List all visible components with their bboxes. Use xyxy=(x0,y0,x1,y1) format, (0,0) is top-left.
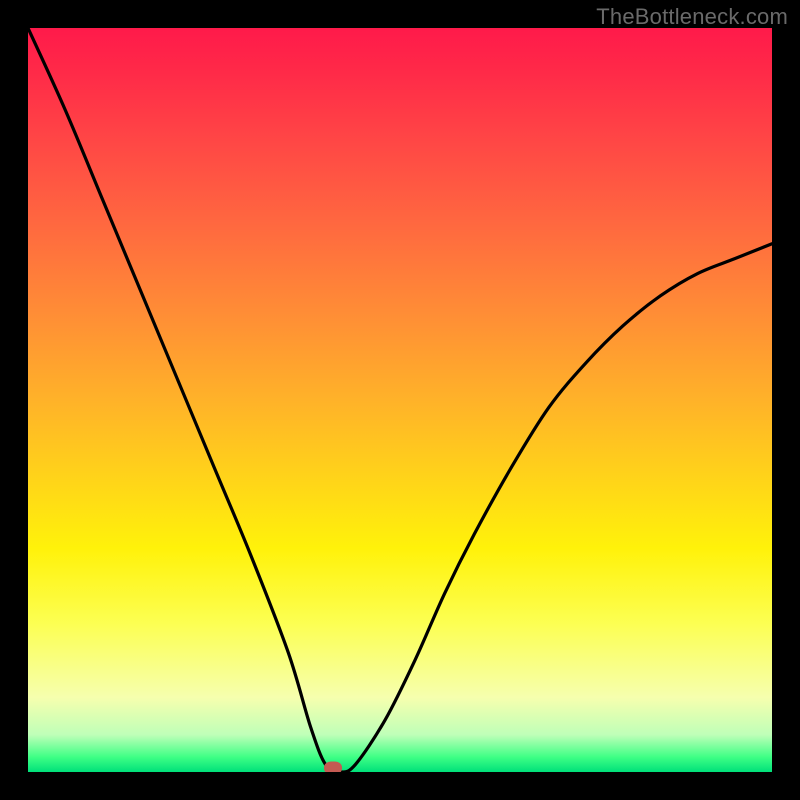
plot-area xyxy=(28,28,772,772)
watermark-text: TheBottleneck.com xyxy=(596,4,788,30)
chart-frame: TheBottleneck.com xyxy=(0,0,800,800)
curve-svg xyxy=(28,28,772,772)
marker-dot xyxy=(324,762,342,773)
curve-path xyxy=(28,28,772,772)
